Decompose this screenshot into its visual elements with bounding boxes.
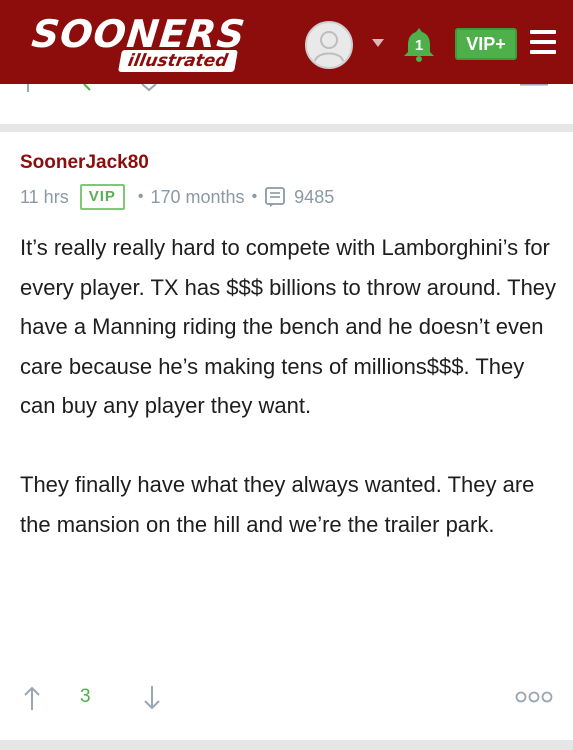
post-time: 11 hrs [20,186,69,207]
post-body: It’s really really hard to compete with … [20,228,560,584]
notification-count: 1 [414,37,424,54]
upvote-icon[interactable] [22,684,42,717]
post-footer: 3 [0,680,573,716]
post-count: 9485 [294,186,335,207]
posts-icon [264,186,286,208]
more-options-icon[interactable] [515,690,555,709]
post-username[interactable]: SoonerJack80 [20,152,149,174]
site-header: SOONERS illustrated 1 VIP+ [0,0,573,84]
site-logo[interactable]: SOONERS illustrated [30,12,284,72]
bell-icon[interactable]: 1 [402,26,436,62]
membership-duration: 170 months [150,186,245,207]
downvote-icon[interactable] [142,684,162,717]
avatar-icon[interactable] [305,21,353,69]
vip-badge: VIP [79,184,125,210]
post-divider [0,124,573,132]
post-meta: 11 hrs VIP • 170 months • 9485 [20,184,334,210]
vip-plus-button[interactable]: VIP+ [455,28,517,60]
hamburger-menu-icon[interactable] [530,30,556,58]
previous-post-footer [0,84,573,124]
logo-sub-text: illustrated [118,50,238,72]
comment-post: SoonerJack80 11 hrs VIP • 170 months • 9… [0,132,573,742]
meta-separator: • [137,188,144,205]
post-paragraph: They finally have what they always wante… [20,472,535,537]
post-paragraph: It’s really really hard to compete with … [20,235,557,418]
vote-count: 3 [80,686,91,707]
meta-separator: • [251,188,258,205]
post-divider [0,740,573,750]
caret-down-icon[interactable] [372,39,384,47]
